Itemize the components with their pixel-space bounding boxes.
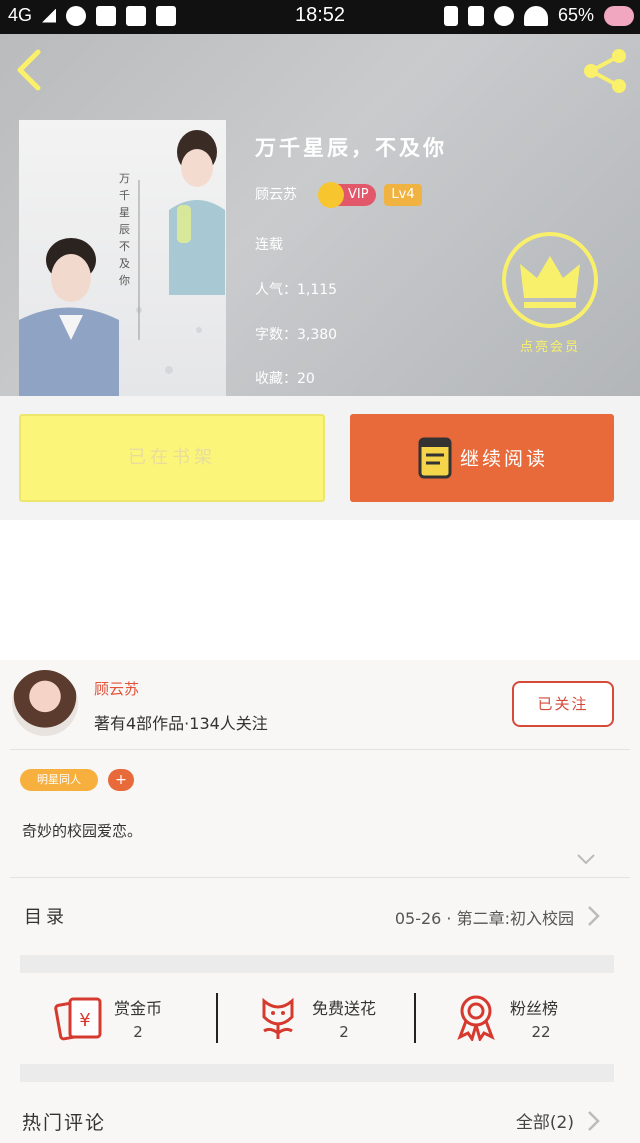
back-icon[interactable] — [12, 48, 48, 92]
wifi-icon — [523, 5, 548, 26]
vip-label: VIP — [348, 187, 369, 202]
avatar[interactable] — [12, 670, 78, 736]
status-bar: 4G 18:52 65% — [0, 0, 640, 34]
stat-name: 免费送花 — [312, 999, 377, 1018]
table-of-contents-row[interactable]: 目录 05-26 · 第二章:初入校园 — [20, 888, 620, 944]
book-hero: 万千星辰不及你 万千星辰，不及你 顾云苏 VIP Lv4 连载 人气：1,115… — [0, 34, 640, 396]
stat-name: 粉丝榜 — [510, 999, 559, 1018]
status-right: 65% — [443, 5, 634, 26]
member-crown-icon[interactable] — [500, 230, 600, 330]
member-label[interactable]: 点亮会员 — [488, 336, 612, 355]
vip-crown-icon — [318, 182, 344, 208]
red-envelope-icon: ¥ — [54, 997, 102, 1041]
stats-row: ¥ 赏金币 2 免费送花 2 粉丝榜 22 — [20, 973, 614, 1065]
latest-chapter: 05-26 · 第二章:初入校园 — [394, 909, 574, 928]
battery-saver-icon — [443, 5, 458, 26]
stat-value: 2 — [339, 1023, 349, 1041]
tag-chip[interactable]: 明星同人 — [20, 769, 98, 791]
vip-badge: VIP — [318, 182, 376, 208]
battery-label: 65% — [557, 5, 594, 25]
stat-value: 2 — [133, 1023, 143, 1041]
action-bar: 已在书架 继续阅读 — [0, 396, 640, 520]
share-icon[interactable] — [580, 46, 630, 96]
flower-icon — [262, 997, 294, 1039]
author-card: 顾云苏 著有4部作品·134人关注 已关注 — [0, 660, 640, 750]
stat-name: 赏金币 — [114, 999, 163, 1018]
flower-status-icon — [604, 5, 634, 26]
toc-label: 目录 — [24, 907, 68, 928]
cover-title: 万千星辰不及你 — [119, 172, 130, 287]
medal-icon — [457, 995, 495, 1041]
book-title: 万千星辰，不及你 — [255, 136, 447, 160]
stat-coins[interactable]: ¥ 赏金币 2 — [20, 973, 218, 1065]
level-badge: Lv4 — [384, 184, 422, 206]
add-tag-button[interactable]: + — [108, 769, 134, 791]
book-popularity: 人气：1,115 — [255, 282, 338, 298]
section-band — [20, 1064, 614, 1082]
in-shelf-button[interactable]: 已在书架 — [19, 414, 325, 502]
hot-comments-row[interactable]: 热门评论 全部(2) — [20, 1090, 620, 1143]
follow-button[interactable]: 已关注 — [512, 681, 614, 727]
author-meta: 著有4部作品·134人关注 — [94, 714, 268, 733]
chevron-right-icon — [588, 1111, 600, 1131]
book-intro: 奇妙的校园爱恋。 — [22, 822, 143, 840]
book-favorites: 收藏：20 — [255, 371, 315, 387]
stat-fans[interactable]: 粉丝榜 22 — [416, 973, 614, 1065]
svg-text:¥: ¥ — [79, 1010, 90, 1031]
chevron-down-icon[interactable] — [576, 852, 596, 866]
stat-flowers[interactable]: 免费送花 2 — [218, 973, 416, 1065]
blank-area — [0, 520, 640, 660]
book-author[interactable]: 顾云苏 — [255, 184, 297, 204]
divider — [10, 749, 630, 750]
chevron-right-icon — [588, 906, 600, 926]
book-word-count: 字数：3,380 — [255, 327, 338, 343]
continue-reading-button[interactable]: 继续阅读 — [350, 414, 614, 502]
author-name[interactable]: 顾云苏 — [94, 678, 139, 699]
book-status: 连载 — [255, 237, 283, 253]
stat-value: 22 — [531, 1023, 551, 1041]
mute-icon — [467, 5, 484, 26]
book-cover[interactable]: 万千星辰不及你 — [19, 120, 226, 396]
book-icon — [418, 437, 452, 479]
all-comments-link[interactable]: 全部(2) — [516, 1108, 574, 1133]
divider — [10, 877, 630, 878]
alarm-icon — [493, 5, 514, 26]
section-band — [20, 955, 614, 973]
hot-comments-label: 热门评论 — [22, 1112, 107, 1134]
continue-reading-label: 继续阅读 — [460, 448, 549, 470]
